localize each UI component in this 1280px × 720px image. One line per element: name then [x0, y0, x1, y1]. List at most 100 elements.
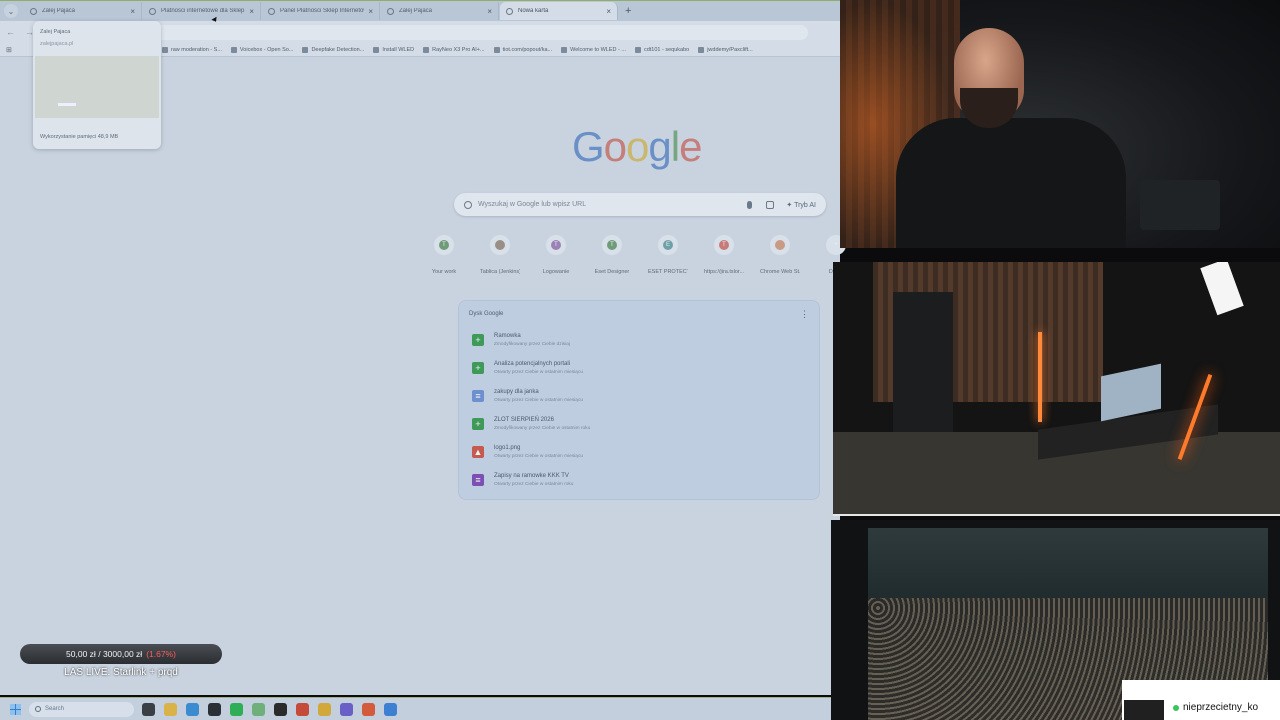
- bookmark-label: Install WLED: [382, 46, 415, 53]
- sheet-file-icon: +: [472, 418, 484, 430]
- tab-panel-platnosci[interactable]: Panel Płatności Sklep Internetow... ×: [262, 2, 380, 20]
- close-icon[interactable]: ×: [368, 7, 373, 16]
- app-icon[interactable]: [274, 702, 287, 716]
- new-tab-button[interactable]: +: [625, 5, 631, 17]
- bookmark-item[interactable]: Install WLED: [373, 46, 415, 53]
- shortcut-tile[interactable]: T Logowanie: [536, 235, 576, 275]
- close-icon[interactable]: ×: [130, 7, 135, 16]
- bookmark-label: jwddemy/Paxclift...: [707, 46, 753, 53]
- chrome-icon: [506, 7, 513, 15]
- bookmark-item[interactable]: Voicebox - Open So...: [230, 46, 294, 53]
- taskbar-search[interactable]: Search: [29, 701, 134, 717]
- tab-zalej-pajaca-1[interactable]: Zalej Pajaca ×: [24, 2, 142, 20]
- back-icon[interactable]: ←: [6, 27, 15, 37]
- drive-file-row[interactable]: + Analiza potencjalnych portali Otwarty pr…: [469, 357, 809, 381]
- shortcut-icon: T: [434, 235, 454, 255]
- shortcut-tile[interactable]: Tablica (Jenkins): [480, 235, 520, 275]
- edge-icon[interactable]: [186, 702, 199, 716]
- google-search-box[interactable]: Wyszukaj w Google lub wpisz URL ✦ Tryb A…: [454, 193, 826, 216]
- bookmark-item[interactable]: RayNeo X3 Pro AI+...: [423, 46, 485, 53]
- webcam-room: [833, 262, 1280, 516]
- microphone-icon[interactable]: [747, 200, 753, 209]
- shortcut-label: Chrome Web St...: [760, 269, 800, 275]
- drive-file-row[interactable]: ≡ Zapisy na ramowke KKK TV Otwarty przez C…: [469, 469, 809, 493]
- stream-screen: ⌄ Zalej Pajaca × Platności internetowe d…: [0, 0, 1280, 720]
- shortcut-icon: T: [714, 235, 734, 255]
- bookmark-label: Deepfake Detection...: [311, 46, 365, 53]
- shortcut-label: Logowanie: [542, 269, 570, 275]
- notepad-icon[interactable]: [384, 702, 397, 716]
- shortcut-icon: [770, 235, 790, 255]
- search-icon: [35, 706, 41, 712]
- windows-start-icon[interactable]: [10, 703, 21, 715]
- ai-mode-button[interactable]: ✦ Tryb AI: [786, 201, 816, 209]
- bookmark-item[interactable]: tiot.com/popout/ka...: [493, 46, 553, 53]
- spotify-icon[interactable]: [230, 702, 243, 716]
- browser-window: ⌄ Zalej Pajaca × Platności internetowe d…: [0, 0, 846, 695]
- apps-icon[interactable]: ⊞: [6, 46, 12, 54]
- github-icon: [698, 46, 705, 53]
- bookmark-item[interactable]: cdt101 - sequkabo: [634, 46, 690, 53]
- file-activity: Zmodyfikowany przez Ciebie dzisiaj: [494, 342, 570, 347]
- drive-file-row[interactable]: ≡ zakupy dla janka Otwarty przez Ciebie w …: [469, 385, 809, 409]
- tab-platnosci[interactable]: Platności internetowe dla Sklep... ×: [143, 2, 261, 20]
- globe-icon: [387, 7, 394, 15]
- bookmark-label: Welcome to WLED - ...: [570, 46, 626, 53]
- tab-title: Panel Płatności Sklep Internetow...: [280, 8, 365, 14]
- hover-card-preview: [35, 56, 159, 118]
- drive-file-row[interactable]: + Ramowka Zmodyfikowany przez Ciebie dzisi…: [469, 329, 809, 353]
- drive-file-row[interactable]: + ZLOT SIERPIEŃ 2026 Zmodyfikowany przez C…: [469, 413, 809, 437]
- shortcut-tile[interactable]: E ESET PROTECT ...: [648, 235, 688, 275]
- mixer-device: [1140, 180, 1220, 230]
- tab-zalej-pajaca-2[interactable]: Zalej Pajaca ×: [381, 2, 499, 20]
- bookmark-label: Voicebox - Open So...: [239, 46, 294, 53]
- file-activity: Otwarty przez Ciebie w ostatnim roku: [494, 482, 574, 487]
- bookmark-item[interactable]: Welcome to WLED - ...: [561, 46, 626, 53]
- bookmark-item[interactable]: Deepfake Detection...: [302, 46, 365, 53]
- windows-taskbar: Search: [0, 697, 831, 720]
- shortcut-tile[interactable]: Chrome Web St...: [760, 235, 800, 275]
- bookmark-favicon-icon: [230, 46, 237, 53]
- donation-percent: (1.67%): [146, 649, 176, 659]
- bookmark-favicon-icon: [373, 46, 380, 53]
- file-activity: Zmodyfikowany przez Ciebie w ostatnim ro…: [494, 426, 591, 431]
- online-status-icon: [1173, 705, 1179, 711]
- shortcut-label: Tablica (Jenkins): [480, 269, 520, 275]
- donation-goal-bar: 50,00 zł / 3000,00 zł (1.67%): [20, 644, 222, 664]
- bookmark-favicon-icon: [302, 46, 309, 53]
- android-icon[interactable]: [252, 702, 265, 716]
- more-options-icon[interactable]: ⋮: [800, 309, 809, 320]
- file-activity: Otwarty przez Ciebie w ostatnim miesiącu: [494, 398, 584, 403]
- tools-icon[interactable]: [296, 702, 309, 716]
- search-input[interactable]: Wyszukaj w Google lub wpisz URL: [478, 201, 747, 208]
- tab-search-icon[interactable]: ⌄: [4, 4, 18, 18]
- globe-icon: [149, 7, 156, 15]
- shortcut-label: ESET PROTECT ...: [648, 269, 688, 275]
- teams-icon[interactable]: [340, 702, 353, 716]
- address-bar[interactable]: [48, 24, 808, 40]
- folder-icon[interactable]: [164, 702, 177, 716]
- file-activity: Otwarty przez Ciebie w ostatnim miesiącu: [494, 454, 584, 459]
- tab-nowa-karta[interactable]: Nowa karta ×: [500, 2, 618, 20]
- close-icon[interactable]: ×: [249, 7, 254, 16]
- bookmark-item[interactable]: raw moderation - S...: [161, 46, 222, 53]
- brave-icon[interactable]: [362, 702, 375, 716]
- drive-file-row[interactable]: ▲ logo1.png Otwarty przez Ciebie w ostatni…: [469, 441, 809, 465]
- close-icon[interactable]: ×: [487, 7, 492, 16]
- bookmark-item[interactable]: jwddemy/Paxclift...: [698, 46, 753, 53]
- shortcut-icon: T: [546, 235, 566, 255]
- google-lens-icon[interactable]: [766, 200, 775, 209]
- file-explorer-icon[interactable]: [142, 702, 155, 716]
- drive-card-header: Dysk Google: [469, 311, 504, 317]
- terminal-icon[interactable]: [208, 702, 221, 716]
- tab-strip: ⌄ Zalej Pajaca × Platności internetowe d…: [0, 1, 840, 21]
- shortcut-tile[interactable]: T Eset Designer: [592, 235, 632, 275]
- chat-user-badge: nieprzecietny_ko: [1122, 680, 1280, 720]
- bookmark-label: tiot.com/popout/ka...: [502, 46, 553, 53]
- file-name: Ramowka: [494, 333, 521, 339]
- bookmark-label: cdt101 - sequkabo: [643, 46, 690, 53]
- shortcut-tile[interactable]: T Your work: [424, 235, 464, 275]
- close-icon[interactable]: ×: [606, 7, 611, 16]
- chrome-icon[interactable]: [318, 702, 331, 716]
- shortcut-tile[interactable]: Thttps://jira.tslor...: [704, 235, 744, 275]
